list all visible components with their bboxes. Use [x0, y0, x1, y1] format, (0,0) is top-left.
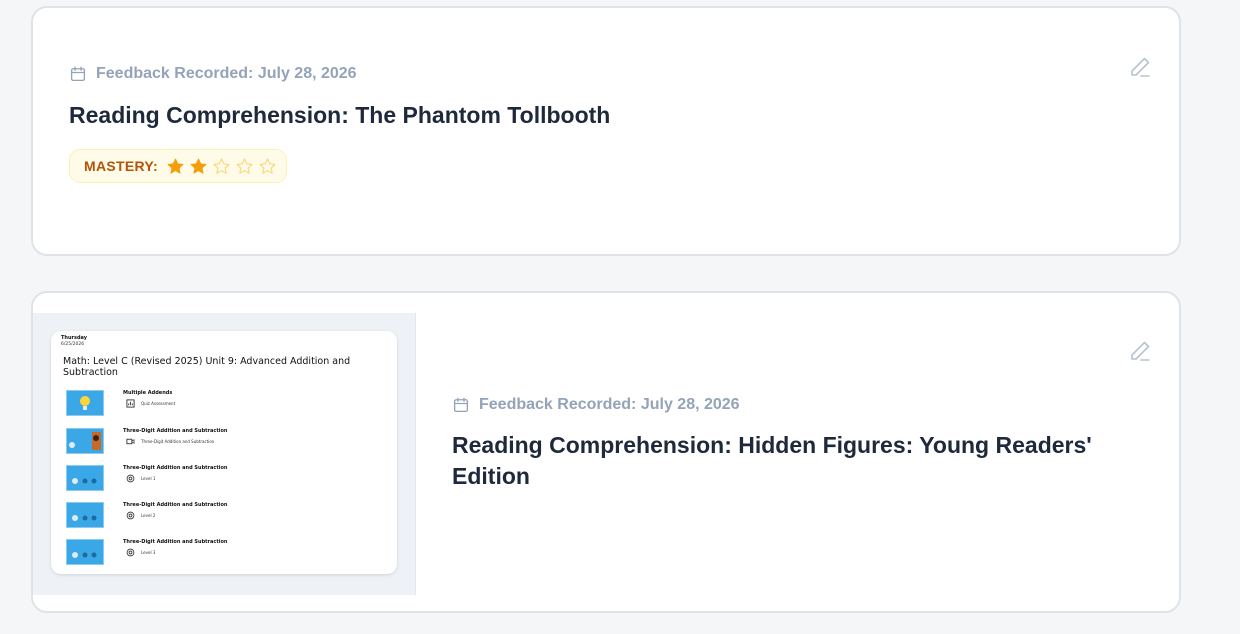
feedback-date-text: Feedback Recorded: July 28, 2026 [479, 396, 740, 413]
star-empty-icon [259, 157, 276, 174]
target-icon [126, 511, 135, 520]
thumbnail-row: Three-Digit Addition and Subtraction Lev… [66, 539, 386, 565]
star-filled-icon [190, 158, 207, 174]
lightbulb-thumb [66, 390, 104, 416]
edit-button[interactable] [1127, 54, 1153, 80]
mastery-stars [166, 157, 277, 176]
thumbnail-row-sub: Quiz Assessment [126, 399, 175, 408]
feedback-date: Feedback Recorded: July 28, 2026 [452, 396, 740, 414]
thumbnail-row: Three-Digit Addition and Subtraction Thr… [66, 428, 386, 454]
thumbnail-day: Thursday [61, 335, 88, 341]
lesson-thumbnail[interactable]: Thursday 6/25/2026 Math: Level C (Revise… [33, 313, 416, 595]
thumbnail-row: Multiple Addends Quiz Assessment [66, 390, 386, 416]
card-title: Reading Comprehension: The Phantom Tollb… [69, 102, 611, 128]
game-thumb [66, 465, 104, 491]
thumbnail-row: Three-Digit Addition and Subtraction Lev… [66, 465, 386, 491]
thumbnail-row-sub-text: Three-Digit Addition and Subtraction [141, 439, 215, 444]
thumbnail-row-sub: Level 2 [126, 511, 155, 520]
thumbnail-row-title: Three-Digit Addition and Subtraction [123, 465, 228, 471]
thumbnail-preview: Thursday 6/25/2026 Math: Level C (Revise… [51, 331, 397, 574]
thumbnail-row-title: Three-Digit Addition and Subtraction [123, 502, 228, 508]
star-empty-icon [213, 157, 230, 174]
thumbnail-row-sub: Level 1 [126, 474, 155, 483]
pencil-icon [1131, 57, 1150, 77]
thumbnail-date: 6/25/2026 [61, 342, 85, 347]
game-thumb [66, 502, 104, 528]
video-thumb [66, 428, 104, 454]
feedback-date-text: Feedback Recorded: July 28, 2026 [96, 65, 357, 82]
thumbnail-row-title: Three-Digit Addition and Subtraction [123, 539, 228, 545]
target-icon [126, 548, 135, 557]
pencil-icon [1131, 341, 1150, 361]
feedback-card: Feedback Recorded: July 28, 2026 Reading… [31, 6, 1181, 256]
card-title: Reading Comprehension: Hidden Figures: Y… [452, 432, 1092, 489]
video-icon [126, 438, 135, 445]
edit-button[interactable] [1127, 338, 1153, 364]
thumbnail-row-sub-text: Level 3 [141, 550, 156, 555]
thumbnail-row-sub: Level 3 [126, 548, 155, 557]
thumbnail-row: Three-Digit Addition and Subtraction Lev… [66, 502, 386, 528]
target-icon [126, 474, 135, 483]
chart-icon [126, 399, 135, 408]
calendar-icon [453, 397, 469, 413]
thumbnail-row-sub-text: Quiz Assessment [141, 401, 176, 406]
thumbnail-row-sub-text: Level 2 [141, 513, 156, 518]
thumbnail-row-title: Multiple Addends [123, 390, 173, 396]
feedback-date: Feedback Recorded: July 28, 2026 [69, 65, 357, 83]
mastery-badge: MASTERY: [69, 149, 287, 183]
thumbnail-title: Math: Level C (Revised 2025) Unit 9: Adv… [63, 356, 351, 378]
calendar-icon [70, 66, 86, 82]
game-thumb [66, 539, 104, 565]
star-empty-icon [236, 157, 253, 174]
star-filled-icon [167, 158, 184, 174]
thumbnail-row-sub: Three-Digit Addition and Subtraction [126, 437, 214, 446]
mastery-label: MASTERY: [84, 158, 158, 174]
thumbnail-row-title: Three-Digit Addition and Subtraction [123, 428, 228, 434]
feedback-card: Thursday 6/25/2026 Math: Level C (Revise… [31, 291, 1181, 613]
thumbnail-row-sub-text: Level 1 [141, 476, 156, 481]
